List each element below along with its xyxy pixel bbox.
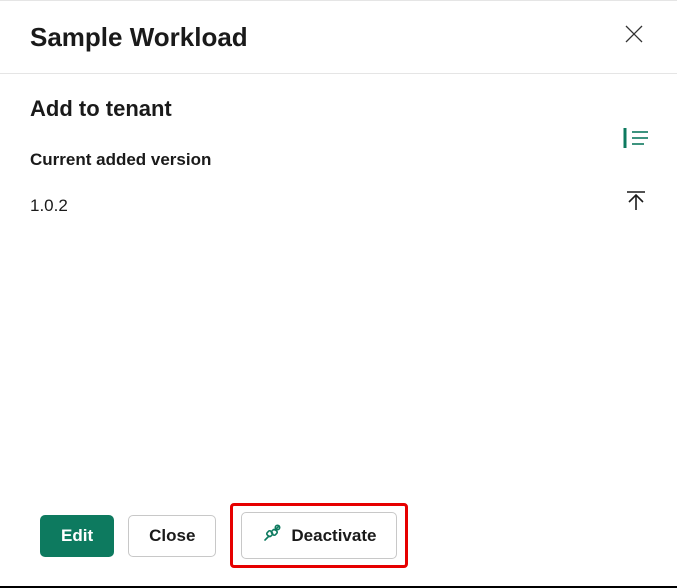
deactivate-button[interactable]: Deactivate	[241, 512, 397, 559]
version-label: Current added version	[30, 150, 647, 170]
edit-button[interactable]: Edit	[40, 515, 114, 557]
dialog-title: Sample Workload	[30, 22, 248, 53]
close-button[interactable]: Close	[128, 515, 216, 557]
close-button-label: Close	[149, 526, 195, 546]
dialog-header: Sample Workload	[0, 1, 677, 74]
deactivate-button-label: Deactivate	[291, 526, 376, 546]
side-toolbar	[623, 127, 649, 217]
close-icon-button[interactable]	[621, 21, 647, 53]
scroll-top-icon[interactable]	[625, 190, 647, 217]
list-icon[interactable]	[623, 127, 649, 154]
deactivate-highlight: Deactivate	[230, 503, 408, 568]
plug-icon	[262, 523, 282, 548]
dialog-content: Add to tenant Current added version 1.0.…	[0, 74, 677, 238]
edit-button-label: Edit	[61, 526, 93, 546]
version-value: 1.0.2	[30, 196, 647, 216]
dialog-footer: Edit Close Deactivate	[40, 503, 408, 568]
close-icon	[625, 26, 643, 48]
section-title: Add to tenant	[30, 96, 647, 122]
